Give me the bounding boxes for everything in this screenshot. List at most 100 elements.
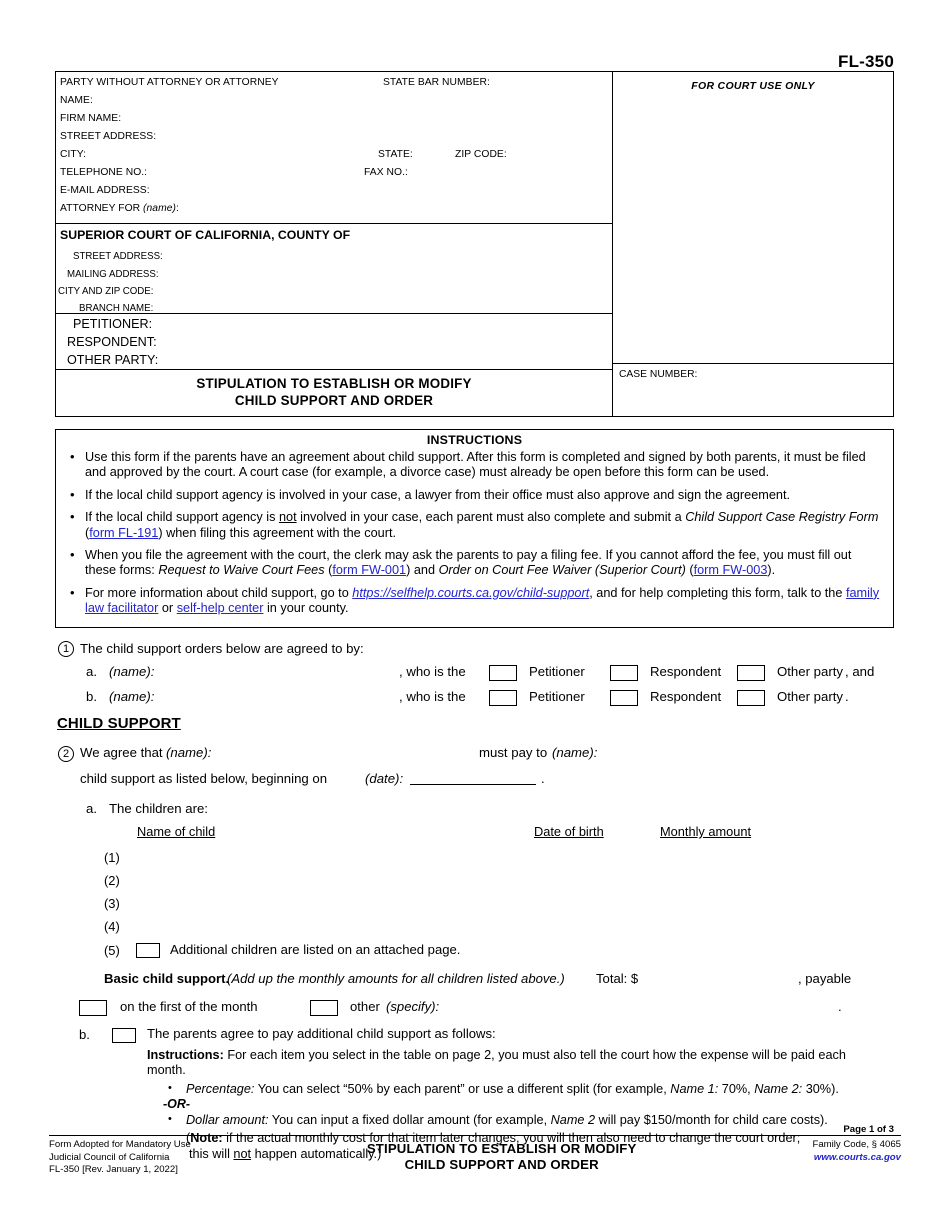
item-2b-text: The parents agree to pay additional chil… [147, 1026, 496, 1041]
item-2b-dollar-bullet: • Dollar amount: You can input a fixed d… [168, 1113, 904, 1128]
child-row: (3) [55, 895, 900, 918]
item-1a-petitioner-label: Petitioner [529, 664, 585, 679]
dollar-amount-label: Dollar amount: [186, 1113, 269, 1128]
item-1b-other-party-checkbox[interactable] [737, 690, 765, 706]
instructions-heading: INSTRUCTIONS [426, 433, 523, 447]
basic-child-support-total-label: Total: $ [596, 971, 639, 986]
child-dob-input[interactable] [534, 896, 644, 912]
instruction-text: ) when filing this agreement with the co… [158, 525, 396, 540]
footer-title-line1: STIPULATION TO ESTABLISH OR MODIFY [366, 1141, 637, 1156]
child-name-input[interactable] [137, 896, 517, 912]
child-row-number: (4) [104, 919, 120, 934]
footer: Form Adopted for Mandatory Use Judicial … [49, 1139, 901, 1177]
state-bar-number-label: STATE BAR NUMBER: [383, 77, 490, 88]
instruction-link[interactable]: https://selfhelp.courts.ca.gov/child-sup… [352, 586, 589, 600]
instruction-text: Use this form if the parents have an agr… [85, 449, 866, 480]
item-2-number: 2 [58, 746, 74, 762]
item-1b-respondent-checkbox[interactable] [610, 690, 638, 706]
child-dob-input[interactable] [534, 850, 644, 866]
item-2-row: 2 We agree that (name): must pay to (nam… [55, 743, 900, 769]
item-1b-petitioner-checkbox[interactable] [489, 690, 517, 706]
item-2a-text: The children are: [109, 801, 208, 816]
child-row: (4) [55, 918, 900, 941]
item-2a-letter: a. [86, 801, 97, 816]
basic-child-support-payable: , payable [798, 971, 852, 986]
footer-title-line2: CHILD SUPPORT AND ORDER [404, 1157, 599, 1173]
item-2-date-input[interactable] [410, 771, 536, 785]
child-monthly-amount-input[interactable] [660, 919, 780, 935]
other-payable-specify: (specify): [386, 999, 440, 1014]
child-monthly-amount-input[interactable] [660, 850, 780, 866]
item-1a-other-party-checkbox[interactable] [737, 665, 765, 681]
percentage-name1: Name 1: [670, 1081, 719, 1096]
item-2b-instructions-text: For each item you select in the table on… [147, 1048, 846, 1078]
footer-family-code: Family Code, § 4065 [812, 1139, 901, 1150]
petitioner-label: PETITIONER: [73, 317, 153, 331]
item-2b-instructions-label: Instructions: [147, 1048, 224, 1062]
item-2a-row: a. The children are: [55, 800, 900, 823]
item-2-date-label: (date): [365, 771, 404, 786]
attorney-info-block: PARTY WITHOUT ATTORNEY OR ATTORNEY STATE… [56, 72, 612, 224]
for-court-use-only-box: FOR COURT USE ONLY [613, 72, 893, 364]
item-2b-percentage-bullet: • Percentage: You can select “50% by eac… [168, 1082, 904, 1097]
child-name-input[interactable] [137, 919, 517, 935]
basic-child-support-row: Basic child support. (Add up the monthly… [55, 970, 900, 998]
item-1a-petitioner-checkbox[interactable] [489, 665, 517, 681]
instruction-link[interactable]: self-help center [177, 601, 264, 615]
dollar-amount-name2: Name 2 [550, 1113, 596, 1128]
item-2b-instructions: Instructions: For each item you select i… [147, 1048, 882, 1079]
item-2-name1-label: (name): [166, 745, 212, 760]
instruction-italic-text: Order on Court Fee Waiver (Superior Cour… [438, 563, 686, 578]
instruction-link[interactable]: form FL-191 [89, 526, 158, 540]
additional-children-checkbox[interactable] [136, 943, 160, 958]
instruction-link[interactable]: form FW-001 [332, 563, 406, 577]
instruction-item-local-agency-involved: • If the local child support agency is in… [65, 487, 884, 503]
child-dob-input[interactable] [534, 919, 644, 935]
document-title-block: STIPULATION TO ESTABLISH OR MODIFY CHILD… [56, 370, 612, 416]
first-of-month-checkbox[interactable] [79, 1000, 107, 1016]
instruction-text: , and for help completing this form, tal… [589, 585, 846, 600]
name-label: NAME: [60, 95, 93, 106]
children-table-header: Name of child Date of birth Monthly amou… [55, 823, 900, 849]
document-title-line1: STIPULATION TO ESTABLISH OR MODIFY [196, 376, 472, 392]
child-row: (2) [55, 872, 900, 895]
party-without-attorney-label: PARTY WITHOUT ATTORNEY OR ATTORNEY [60, 77, 279, 88]
item-2-line2-pre: child support as listed below, beginning… [80, 771, 328, 786]
bullet-glyph-dollar: • [168, 1113, 172, 1126]
item-2-must-pay-to: must pay to [479, 745, 548, 760]
superior-court-title: SUPERIOR COURT OF CALIFORNIA, COUNTY OF [60, 228, 351, 242]
child-name-input[interactable] [137, 850, 517, 866]
instruction-item-local-agency-not-involved: • If the local child support agency is no… [65, 509, 884, 541]
form-body: 1 The child support orders below are agr… [55, 640, 900, 1163]
case-number-box[interactable]: CASE NUMBER: [613, 364, 893, 410]
children-rows: (1) (2) (3) (4) [55, 849, 900, 941]
document-title: STIPULATION TO ESTABLISH OR MODIFY CHILD… [196, 376, 471, 410]
footer-center: STIPULATION TO ESTABLISH OR MODIFY CHILD… [367, 1139, 637, 1173]
child-dob-input[interactable] [534, 873, 644, 889]
instruction-italic-text: Child Support Case Registry Form [685, 510, 879, 525]
instruction-text: ( [685, 563, 694, 578]
item-1a-row: a. (name): , who is the Petitioner Respo… [55, 662, 900, 687]
bullet-glyph: • [70, 584, 75, 600]
item-2-date-row: child support as listed below, beginning… [55, 769, 900, 800]
dollar-amount-text-1: You can input a fixed dollar amount (for… [268, 1113, 551, 1128]
payable-options-row: on the first of the month other (specify… [55, 998, 900, 1026]
other-payable-checkbox[interactable] [310, 1000, 338, 1016]
instructions-box: INSTRUCTIONS • Use this form if the paren… [55, 429, 894, 628]
item-2b-checkbox[interactable] [112, 1028, 136, 1043]
footer-website-link[interactable]: www.courts.ca.gov [812, 1152, 901, 1165]
attorney-for-label: ATTORNEY FOR (name): [60, 203, 179, 214]
child-monthly-amount-input[interactable] [660, 896, 780, 912]
child-monthly-amount-input[interactable] [660, 873, 780, 889]
item-1b-name-label: (name): [109, 689, 155, 704]
instruction-link[interactable]: form FW-003 [694, 563, 768, 577]
caption-left-column: PARTY WITHOUT ATTORNEY OR ATTORNEY STATE… [56, 72, 613, 416]
instruction-item-filing-fee: • When you file the agreement with the co… [65, 547, 884, 579]
footer-council-line: Judicial Council of California [49, 1151, 170, 1163]
item-1-row: 1 The child support orders below are agr… [55, 640, 900, 662]
child-name-input[interactable] [137, 873, 517, 889]
dollar-amount-text-2: will pay $150/month for child care costs… [595, 1113, 828, 1128]
respondent-label: RESPONDENT: [67, 335, 157, 349]
caption-box: PARTY WITHOUT ATTORNEY OR ATTORNEY STATE… [55, 71, 894, 417]
item-1a-respondent-checkbox[interactable] [610, 665, 638, 681]
